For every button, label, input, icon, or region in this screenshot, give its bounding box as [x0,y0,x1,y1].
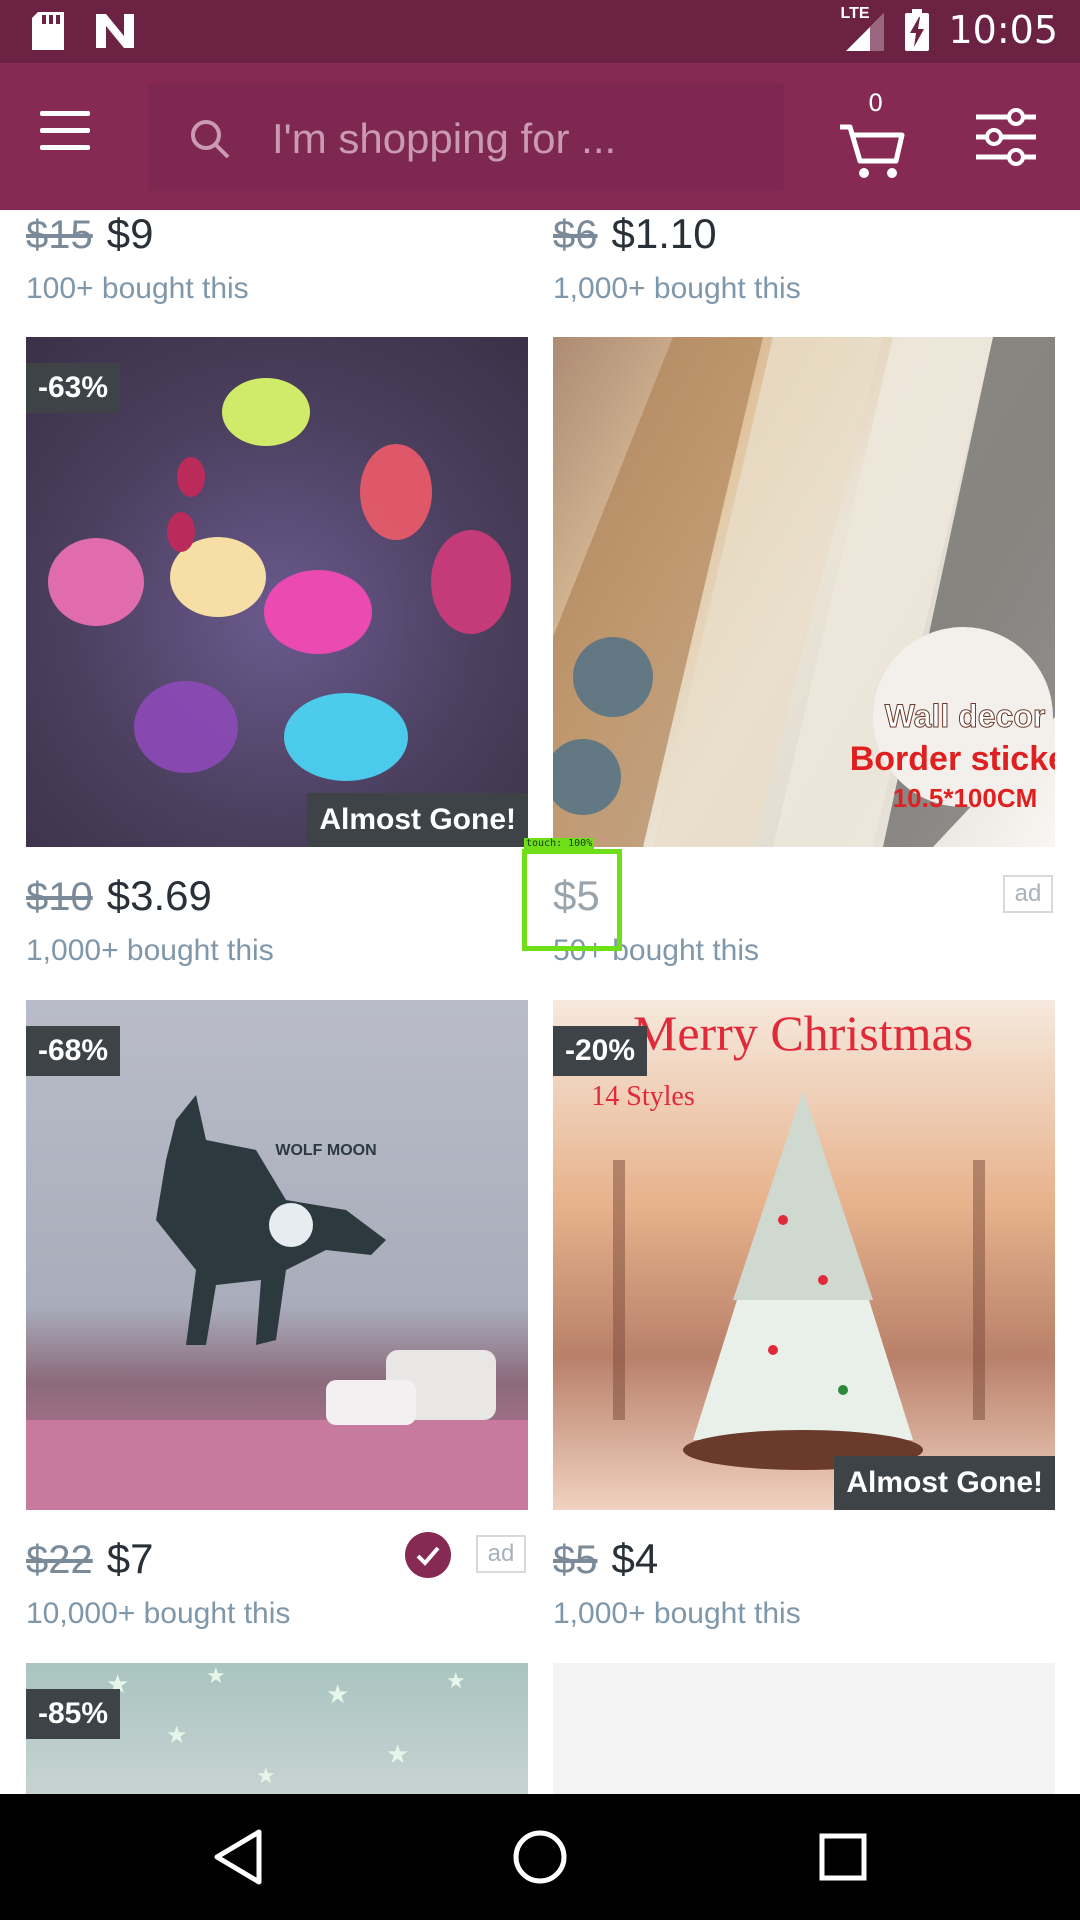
search-input[interactable] [272,111,762,167]
verified-badge [405,1532,451,1578]
size-text: 10.5*100CM [893,783,1038,813]
product-image-wolf-moon[interactable]: WOLF MOON -68% [26,1000,528,1510]
product-image-christmas-tree[interactable]: Merry Christmas 14 Styles -20% Almost Go… [553,1000,1055,1510]
product-image-butterflies[interactable]: -63% Almost Gone! [26,337,528,847]
styles-text: 14 Styles [591,1081,694,1112]
sale-price: $7 [106,1535,154,1582]
product-price-row: $10 $3.69 [26,872,212,920]
sale-price: $4 [611,1535,659,1582]
butterflies-illustration [48,378,511,781]
christmas-tree-illustration: Merry Christmas 14 Styles [591,1005,985,1470]
navigation-bar [0,1794,1080,1920]
svg-text:★: ★ [166,1722,188,1749]
home-button[interactable] [505,1822,575,1892]
clock: 10:05 [948,8,1058,52]
svg-text:★: ★ [446,1668,466,1693]
search-box[interactable] [148,83,784,191]
svg-text:★: ★ [386,1739,409,1769]
battery-charging-icon [905,9,930,51]
recents-button[interactable] [808,1822,878,1892]
cart-button[interactable]: 0 [836,89,908,181]
product-price-row: $15 $9 [26,210,153,258]
bought-count: 1,000+ bought this [26,934,274,967]
checkmark-icon [416,1546,440,1566]
wall-decor-text: Wall decor [885,698,1046,734]
svg-text:★: ★ [256,1763,276,1788]
signal-icon: LTE [840,5,886,51]
filter-sliders-icon [976,108,1036,166]
menu-button[interactable] [40,111,106,161]
discount-badge: -85% [26,1689,121,1739]
original-price: $5 [553,1538,598,1582]
merry-christmas-text: Merry Christmas [633,1005,973,1061]
bought-count: 10,000+ bought this [26,1597,291,1630]
notification-n-icon [96,14,134,48]
ad-badge: ad [1003,875,1053,913]
back-triangle-icon [214,1829,262,1885]
almost-gone-badge: Almost Gone! [307,793,528,847]
original-price: $15 [26,213,93,257]
product-grid: $15 $9 100+ bought this $6 $1.10 1,000+ … [0,210,1080,1794]
border-sticker-text: Border sticker [850,740,1055,778]
bought-count: 1,000+ bought this [553,272,801,305]
touch-indicator [522,849,622,951]
product-price-row: $5 $4 [553,1535,658,1583]
cart-icon [840,124,905,178]
sale-price: $1.10 [611,210,717,257]
wolf-moon-decal-illustration: WOLF MOON [26,1095,528,1510]
discount-badge: -68% [26,1026,121,1076]
status-bar: LTE 10:05 [0,0,1080,63]
svg-text:★: ★ [206,1663,226,1688]
search-icon [191,120,230,159]
almost-gone-badge: Almost Gone! [834,1456,1055,1510]
sale-price: $9 [106,210,154,257]
product-image-glow-stars[interactable]: ★ ★ ★ ★ ★ ★ ★ -85% [26,1663,528,1794]
ad-badge: ad [476,1535,526,1573]
product-image-border-sticker[interactable]: Wall decor Border sticker 10.5*100CM [553,337,1055,847]
original-price: $6 [553,213,598,257]
product-price-row: $6 $1.10 [553,210,717,258]
app-bar: 0 [0,63,1080,210]
discount-badge: -20% [553,1026,648,1076]
wolf-moon-text: WOLF MOON [275,1142,376,1159]
bought-count: 1,000+ bought this [553,1597,801,1630]
filter-button[interactable] [974,107,1038,167]
recents-square-icon [819,1833,867,1881]
product-image-placeholder[interactable] [553,1663,1055,1794]
sale-price: $3.69 [106,872,212,919]
original-price: $10 [26,875,93,919]
touch-indicator-label: touch: 100% [524,838,595,849]
sd-card-icon [32,12,64,50]
product-price-row: $22 $7 [26,1535,153,1583]
home-circle-icon [513,1830,567,1884]
wall-border-rolls-illustration: Wall decor Border sticker 10.5*100CM [553,337,1055,847]
discount-badge: -63% [26,363,121,413]
bought-count: 100+ bought this [26,272,249,305]
svg-text:★: ★ [326,1679,349,1709]
original-price: $22 [26,1538,93,1582]
back-button[interactable] [205,1822,275,1892]
